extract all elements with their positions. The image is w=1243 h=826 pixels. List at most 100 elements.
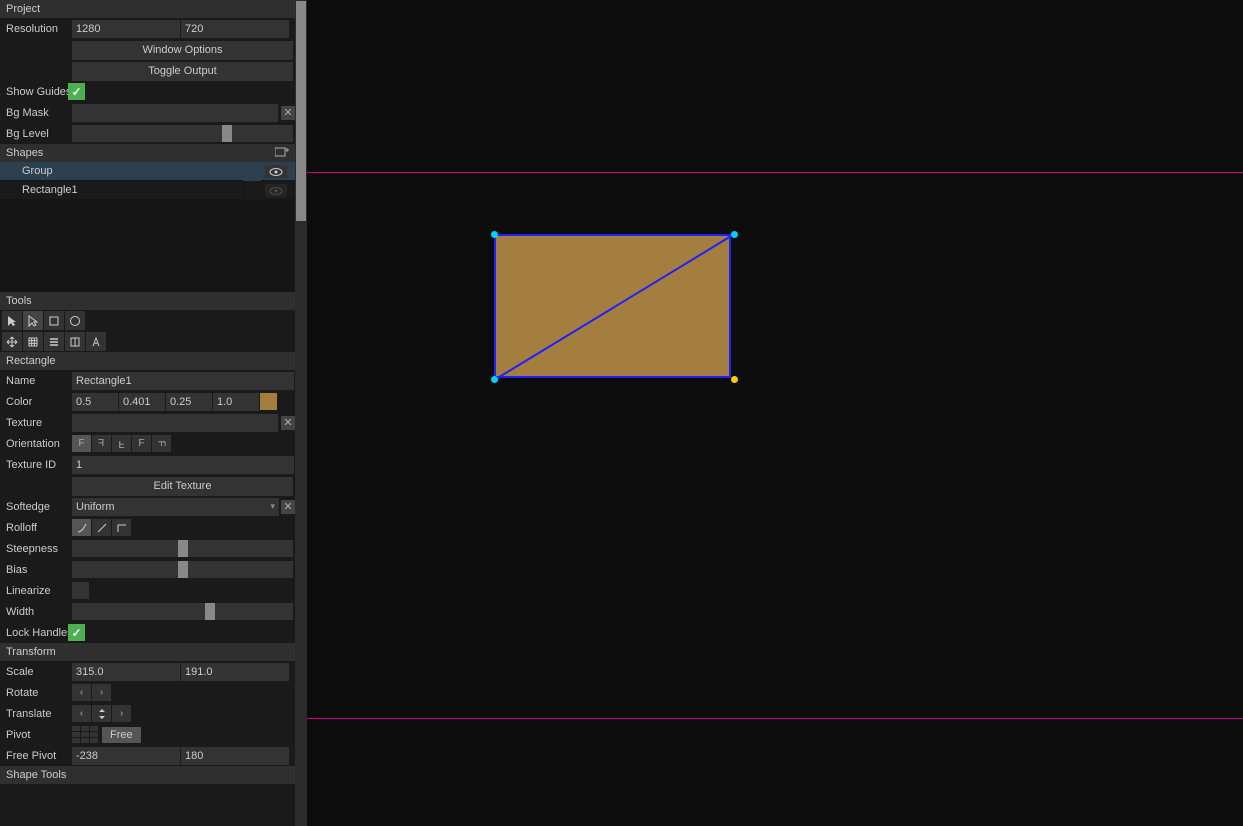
scale-row: Scale bbox=[0, 661, 295, 682]
softedge-dropdown[interactable]: Uniform ▾ bbox=[72, 498, 279, 516]
shapes-header-label: Shapes bbox=[6, 147, 43, 159]
pivot-free-button[interactable]: Free bbox=[102, 727, 141, 743]
scale-y-input[interactable] bbox=[181, 663, 289, 681]
tool-pen-icon[interactable] bbox=[86, 332, 106, 351]
rotate-left-button[interactable]: ‹ bbox=[72, 684, 91, 701]
texture-input[interactable] bbox=[72, 414, 278, 432]
width-slider[interactable] bbox=[72, 603, 293, 620]
scrollbar-thumb[interactable] bbox=[296, 1, 306, 221]
softedge-label: Softedge bbox=[0, 501, 72, 513]
rotate-right-button[interactable]: › bbox=[92, 684, 111, 701]
tool-ellipse-icon[interactable] bbox=[65, 311, 85, 330]
tools-row-1 bbox=[0, 310, 295, 331]
free-pivot-y-input[interactable] bbox=[181, 747, 289, 765]
bg-level-slider[interactable] bbox=[72, 125, 293, 142]
bg-mask-row: Bg Mask ✕ bbox=[0, 102, 295, 123]
resolution-width-input[interactable] bbox=[72, 20, 180, 38]
orientation-5-button[interactable]: F bbox=[152, 435, 171, 452]
shape-tree-empty bbox=[0, 200, 295, 292]
pivot-label: Pivot bbox=[0, 729, 72, 741]
free-pivot-row: Free Pivot bbox=[0, 745, 295, 766]
edit-texture-button[interactable]: Edit Texture bbox=[72, 477, 293, 496]
rolloff-curve1-icon[interactable] bbox=[72, 519, 91, 536]
name-row: Name bbox=[0, 370, 295, 391]
lock-handles-checkbox[interactable]: ✓ bbox=[68, 624, 85, 641]
tools-row-2 bbox=[0, 331, 295, 352]
linearize-checkbox[interactable]: ✓ bbox=[72, 582, 89, 599]
texture-label: Texture bbox=[0, 417, 72, 429]
texture-id-input[interactable] bbox=[72, 456, 294, 474]
rolloff-curve3-icon[interactable] bbox=[112, 519, 131, 536]
name-label: Name bbox=[0, 375, 72, 387]
orientation-label: Orientation bbox=[0, 438, 72, 450]
rolloff-row: Rolloff bbox=[0, 517, 295, 538]
canvas-rectangle[interactable] bbox=[494, 234, 731, 378]
shape-tree-rectangle1[interactable]: Rectangle1 bbox=[0, 181, 295, 200]
tool-rect-icon[interactable] bbox=[44, 311, 64, 330]
resolution-label: Resolution bbox=[0, 23, 72, 35]
shapes-header: Shapes bbox=[0, 144, 295, 162]
toggle-output-button[interactable]: Toggle Output bbox=[72, 62, 293, 81]
bg-mask-input[interactable] bbox=[72, 104, 278, 122]
color-label: Color bbox=[0, 396, 72, 408]
sidebar-scrollbar[interactable] bbox=[295, 0, 307, 826]
orientation-1-button[interactable]: F bbox=[72, 435, 91, 452]
tool-grid-icon[interactable] bbox=[23, 332, 43, 351]
tool-cols-icon[interactable] bbox=[65, 332, 85, 351]
tool-select-icon[interactable] bbox=[23, 311, 43, 330]
softedge-clear-button[interactable]: ✕ bbox=[281, 500, 295, 514]
project-header: Project bbox=[0, 0, 295, 18]
scale-label: Scale bbox=[0, 666, 72, 678]
bg-level-label: Bg Level bbox=[0, 128, 72, 140]
tool-move-icon[interactable] bbox=[2, 332, 22, 351]
texture-id-label: Texture ID bbox=[0, 459, 72, 471]
orientation-3-button[interactable]: F bbox=[112, 435, 131, 452]
name-input[interactable] bbox=[72, 372, 294, 390]
color-r-input[interactable] bbox=[72, 393, 118, 411]
shape-tree-group[interactable]: Group bbox=[0, 162, 295, 181]
translate-right-button[interactable]: › bbox=[112, 705, 131, 722]
rolloff-label: Rolloff bbox=[0, 522, 72, 534]
window-options-button[interactable]: Window Options bbox=[72, 41, 293, 60]
color-swatch[interactable] bbox=[260, 393, 277, 410]
scale-x-input[interactable] bbox=[72, 663, 180, 681]
orientation-4-button[interactable]: F bbox=[132, 435, 151, 452]
texture-row: Texture ✕ bbox=[0, 412, 295, 433]
color-a-input[interactable] bbox=[213, 393, 259, 411]
texture-clear-button[interactable]: ✕ bbox=[281, 416, 295, 430]
rolloff-curve2-icon[interactable] bbox=[92, 519, 111, 536]
visibility-toggle-rect1[interactable] bbox=[265, 184, 287, 197]
sidebar: Project Resolution Window Options Toggle… bbox=[0, 0, 295, 826]
bias-label: Bias bbox=[0, 564, 72, 576]
handle-top-left[interactable] bbox=[491, 231, 498, 238]
handle-bottom-right[interactable] bbox=[731, 376, 738, 383]
handle-top-right[interactable] bbox=[731, 231, 738, 238]
tools-header: Tools bbox=[0, 292, 295, 310]
show-guides-checkbox[interactable]: ✓ bbox=[68, 83, 85, 100]
softedge-value: Uniform bbox=[76, 501, 115, 513]
handle-bottom-left[interactable] bbox=[491, 376, 498, 383]
add-shape-icon[interactable] bbox=[275, 146, 289, 158]
orientation-2-button[interactable]: F bbox=[92, 435, 111, 452]
tree-item-label: Group bbox=[22, 165, 53, 177]
rectangle-header: Rectangle bbox=[0, 352, 295, 370]
bias-slider[interactable] bbox=[72, 561, 293, 578]
softedge-row: Softedge Uniform ▾ ✕ bbox=[0, 496, 295, 517]
color-b-input[interactable] bbox=[166, 393, 212, 411]
translate-left-button[interactable]: ‹ bbox=[72, 705, 91, 722]
canvas-viewport[interactable] bbox=[307, 0, 1243, 826]
color-g-input[interactable] bbox=[119, 393, 165, 411]
bg-mask-clear-button[interactable]: ✕ bbox=[281, 106, 295, 120]
translate-updown-button[interactable] bbox=[92, 705, 111, 722]
visibility-toggle-group[interactable] bbox=[265, 165, 287, 178]
show-guides-label: Show Guides bbox=[0, 86, 68, 98]
free-pivot-x-input[interactable] bbox=[72, 747, 180, 765]
resolution-height-input[interactable] bbox=[181, 20, 289, 38]
lock-handles-row: Lock Handles ✓ bbox=[0, 622, 295, 643]
free-pivot-label: Free Pivot bbox=[0, 750, 72, 762]
tool-pointer-icon[interactable] bbox=[2, 311, 22, 330]
tree-item-label: Rectangle1 bbox=[22, 184, 78, 196]
tool-rows-icon[interactable] bbox=[44, 332, 64, 351]
pivot-grid[interactable] bbox=[72, 726, 98, 743]
steepness-slider[interactable] bbox=[72, 540, 293, 557]
